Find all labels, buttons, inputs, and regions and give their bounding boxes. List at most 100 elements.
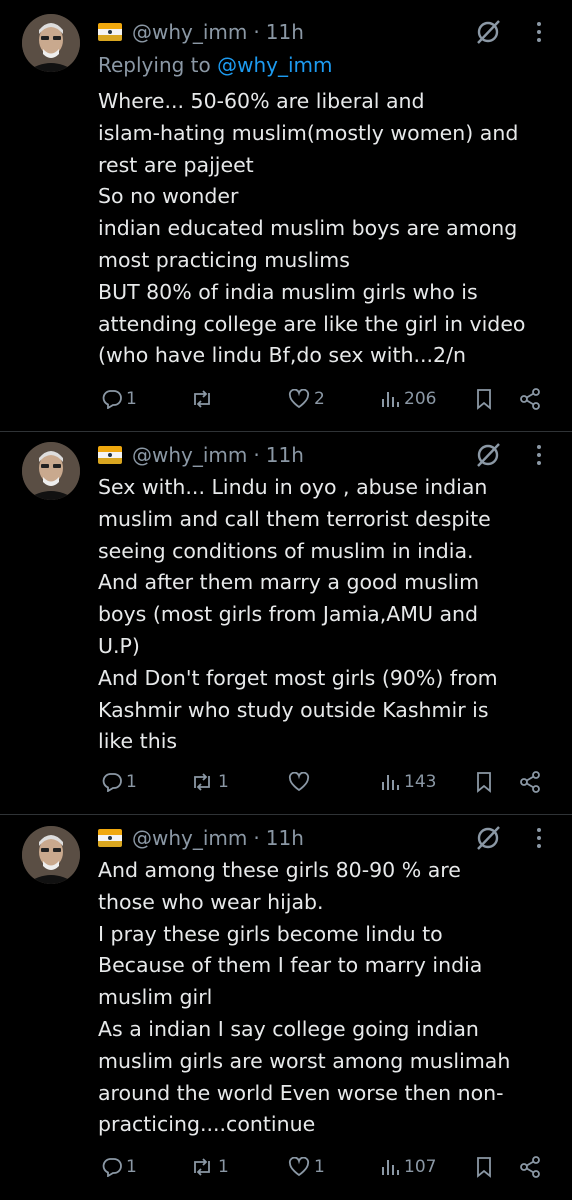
reply-icon [102,1158,122,1177]
reply-count: 1 [126,772,137,792]
action-bar: 1 1 143 [0,767,572,797]
repost-icon [194,390,210,408]
repost-button[interactable]: 1 [190,1152,229,1182]
text-line: Sex with... Lindu in oyo , abuse indian [98,475,488,499]
repost-button[interactable]: 1 [190,767,229,797]
reply-count: 1 [126,389,137,409]
tweet-3[interactable]: @why_imm · 11h And among these girls 80-… [0,815,572,1200]
text-line: most practicing muslims [98,247,350,272]
bookmark-icon [477,772,491,793]
tweet-text: And among these girls 80-90 % are those … [98,855,560,1141]
replying-prefix: Replying to [98,53,218,77]
text-line: (who have lindu Bf,do sex with...2/n [98,343,466,368]
views-button[interactable]: 107 [380,1152,436,1182]
avatar[interactable] [22,14,80,72]
avatar[interactable] [22,442,80,500]
text-line: muslim girls are worst among muslimah [98,1048,511,1073]
bookmark-icon [477,1157,491,1178]
action-bar: 1 2 206 [0,384,572,414]
author-handle[interactable]: @why_imm [132,443,247,467]
grok-icon[interactable] [474,824,502,852]
tweet-header: @why_imm · 11h [98,823,304,853]
reply-button[interactable]: 1 [102,384,137,414]
timestamp[interactable]: 11h [266,20,304,44]
text-line: BUT 80% of india muslim girls who is [98,279,478,304]
repost-icon [194,1158,210,1176]
more-icon[interactable] [530,824,548,852]
views-icon [382,1160,399,1175]
text-line: like this [98,729,178,754]
like-button[interactable]: 2 [288,384,325,414]
timestamp[interactable]: 11h [266,443,304,467]
like-button[interactable] [288,767,314,797]
view-count: 206 [404,389,437,409]
separator-dot: · [253,20,260,44]
text-line: attending college are like the girl in v… [98,311,526,336]
tweet-text: Where... 50-60% are liberal and islam-ha… [98,86,560,372]
view-count: 143 [404,772,437,792]
replying-to: Replying to @why_imm [98,53,333,77]
like-count: 1 [314,1157,325,1177]
views-button[interactable]: 143 [380,767,436,797]
text-line: around the world Even worse then non- [98,1080,504,1105]
views-button[interactable]: 206 [380,384,436,414]
bookmark-icon [477,389,491,410]
grok-icon[interactable] [474,441,502,469]
reply-count: 1 [126,1157,137,1177]
tweet-2[interactable]: @why_imm · 11h Sex with... Lindu in oyo … [0,432,572,812]
reply-button[interactable]: 1 [102,767,137,797]
share-button[interactable] [518,384,542,414]
views-icon [382,775,399,790]
text-line: muslim girl [98,985,213,1010]
share-button[interactable] [518,1152,542,1182]
grok-icon[interactable] [474,18,502,46]
text-line: I pray these girls become lindu to [98,921,443,946]
text-line: practicing....continue [98,1112,316,1137]
author-handle[interactable]: @why_imm [132,20,247,44]
text-line: U.P) [98,633,140,658]
more-icon[interactable] [530,18,548,46]
views-icon [382,392,399,407]
tweet-1[interactable]: @why_imm · 11h Replying to @why_imm Wher… [0,0,572,430]
flag-emoji-icon [98,829,122,847]
text-line: islam-hating muslim(mostly women) and [98,120,519,145]
text-line: those who wear hijab. [98,889,324,914]
reply-button[interactable]: 1 [102,1152,137,1182]
share-icon [520,388,540,410]
text-line: Where... 50-60% are liberal and [98,89,425,113]
text-line: indian educated muslim boys are among [98,216,518,241]
text-line: And after them marry a good muslim [98,570,480,595]
tweet-header: @why_imm · 11h [98,17,304,47]
timestamp[interactable]: 11h [266,826,304,850]
repost-count: 1 [218,772,229,792]
repost-button[interactable] [190,384,218,414]
bookmark-button[interactable] [474,1152,494,1182]
like-icon [288,1157,310,1177]
reply-icon [102,773,122,792]
author-handle[interactable]: @why_imm [132,826,247,850]
like-button[interactable]: 1 [288,1152,325,1182]
replying-handle-link[interactable]: @why_imm [217,53,332,77]
text-line: muslim and call them terrorist despite [98,506,491,531]
text-line: And among these girls 80-90 % are [98,858,461,882]
repost-icon [194,773,210,791]
share-button[interactable] [518,767,542,797]
avatar[interactable] [22,826,80,884]
text-line: And Don't forget most girls (90%) from [98,665,498,690]
more-icon[interactable] [530,441,548,469]
text-line: As a indian I say college going indian [98,1016,479,1041]
tweet-text: Sex with... Lindu in oyo , abuse indian … [98,472,560,758]
repost-count: 1 [218,1157,229,1177]
text-line: rest are pajjeet [98,152,254,177]
like-count: 2 [314,389,325,409]
view-count: 107 [404,1157,437,1177]
text-line: Because of them I fear to marry india [98,953,483,978]
share-icon [520,1156,540,1178]
bookmark-button[interactable] [474,767,494,797]
bookmark-button[interactable] [474,384,494,414]
separator-dot: · [253,826,260,850]
text-line: So no wonder [98,184,239,209]
share-icon [520,771,540,793]
like-icon [288,389,310,409]
separator-dot: · [253,443,260,467]
